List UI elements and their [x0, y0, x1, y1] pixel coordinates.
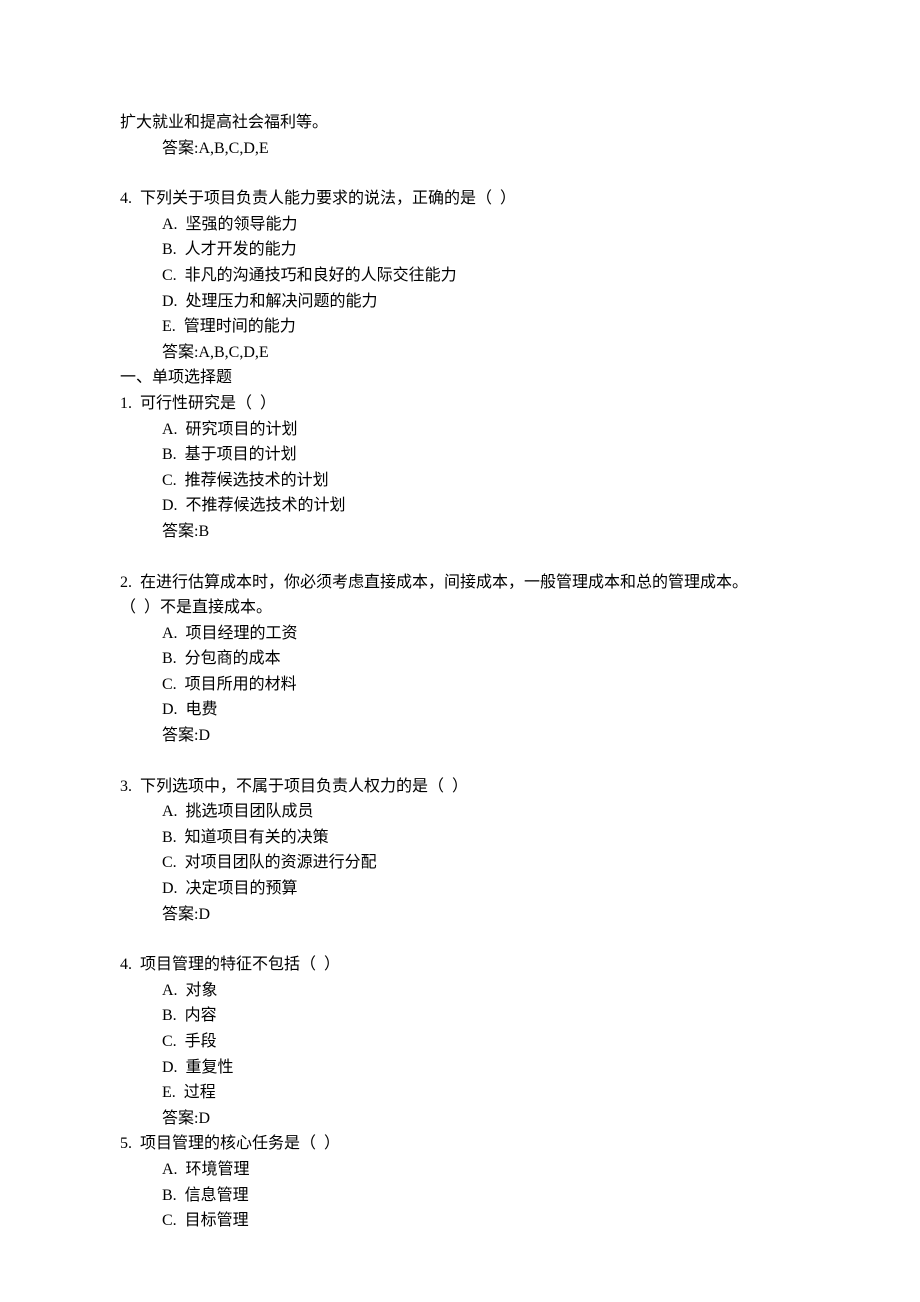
option-b: B. 基于项目的计划 [162, 442, 800, 468]
answer-text: 答案:A,B,C,D,E [162, 340, 800, 366]
option-d: D. 决定项目的预算 [162, 876, 800, 902]
option-a: A. 环境管理 [162, 1157, 800, 1183]
question-text: 1. 可行性研究是（ ） [120, 391, 800, 417]
option-b: B. 信息管理 [162, 1183, 800, 1209]
option-b: B. 知道项目有关的决策 [162, 825, 800, 851]
option-b: B. 内容 [162, 1003, 800, 1029]
option-a: A. 坚强的领导能力 [162, 212, 800, 238]
option-a: A. 项目经理的工资 [162, 621, 800, 647]
spacer [120, 545, 800, 570]
option-c: C. 对项目团队的资源进行分配 [162, 850, 800, 876]
question-text: 4. 下列关于项目负责人能力要求的说法，正确的是（ ） [120, 186, 800, 212]
question-text: 3. 下列选项中，不属于项目负责人权力的是（ ） [120, 774, 800, 800]
answer-text: 答案:A,B,C,D,E [162, 136, 800, 162]
option-b: B. 人才开发的能力 [162, 237, 800, 263]
option-a: A. 挑选项目团队成员 [162, 799, 800, 825]
answer-text: 答案:D [162, 902, 800, 928]
option-d: D. 电费 [162, 697, 800, 723]
question-text: 5. 项目管理的核心任务是（ ） [120, 1131, 800, 1157]
section-heading: 一、单项选择题 [120, 365, 800, 391]
option-d: D. 重复性 [162, 1055, 800, 1081]
question-text: 2. 在进行估算成本时，你必须考虑直接成本，间接成本，一般管理成本和总的管理成本… [120, 570, 800, 596]
document-page: 扩大就业和提高社会福利等。 答案:A,B,C,D,E 4. 下列关于项目负责人能… [0, 0, 920, 1294]
option-c: C. 目标管理 [162, 1208, 800, 1234]
spacer [120, 749, 800, 774]
answer-text: 答案:B [162, 519, 800, 545]
option-c: C. 项目所用的材料 [162, 672, 800, 698]
option-c: C. 手段 [162, 1029, 800, 1055]
answer-text: 答案:D [162, 723, 800, 749]
answer-text: 答案:D [162, 1106, 800, 1132]
continuation-text: 扩大就业和提高社会福利等。 [120, 110, 800, 136]
option-a: A. 研究项目的计划 [162, 417, 800, 443]
option-d: D. 处理压力和解决问题的能力 [162, 289, 800, 315]
question-text-cont: （ ）不是直接成本。 [120, 595, 800, 621]
spacer [120, 927, 800, 952]
option-e: E. 管理时间的能力 [162, 314, 800, 340]
option-c: C. 非凡的沟通技巧和良好的人际交往能力 [162, 263, 800, 289]
question-text: 4. 项目管理的特征不包括（ ） [120, 952, 800, 978]
spacer [120, 161, 800, 186]
option-c: C. 推荐候选技术的计划 [162, 468, 800, 494]
option-d: D. 不推荐候选技术的计划 [162, 493, 800, 519]
option-b: B. 分包商的成本 [162, 646, 800, 672]
option-a: A. 对象 [162, 978, 800, 1004]
option-e: E. 过程 [162, 1080, 800, 1106]
